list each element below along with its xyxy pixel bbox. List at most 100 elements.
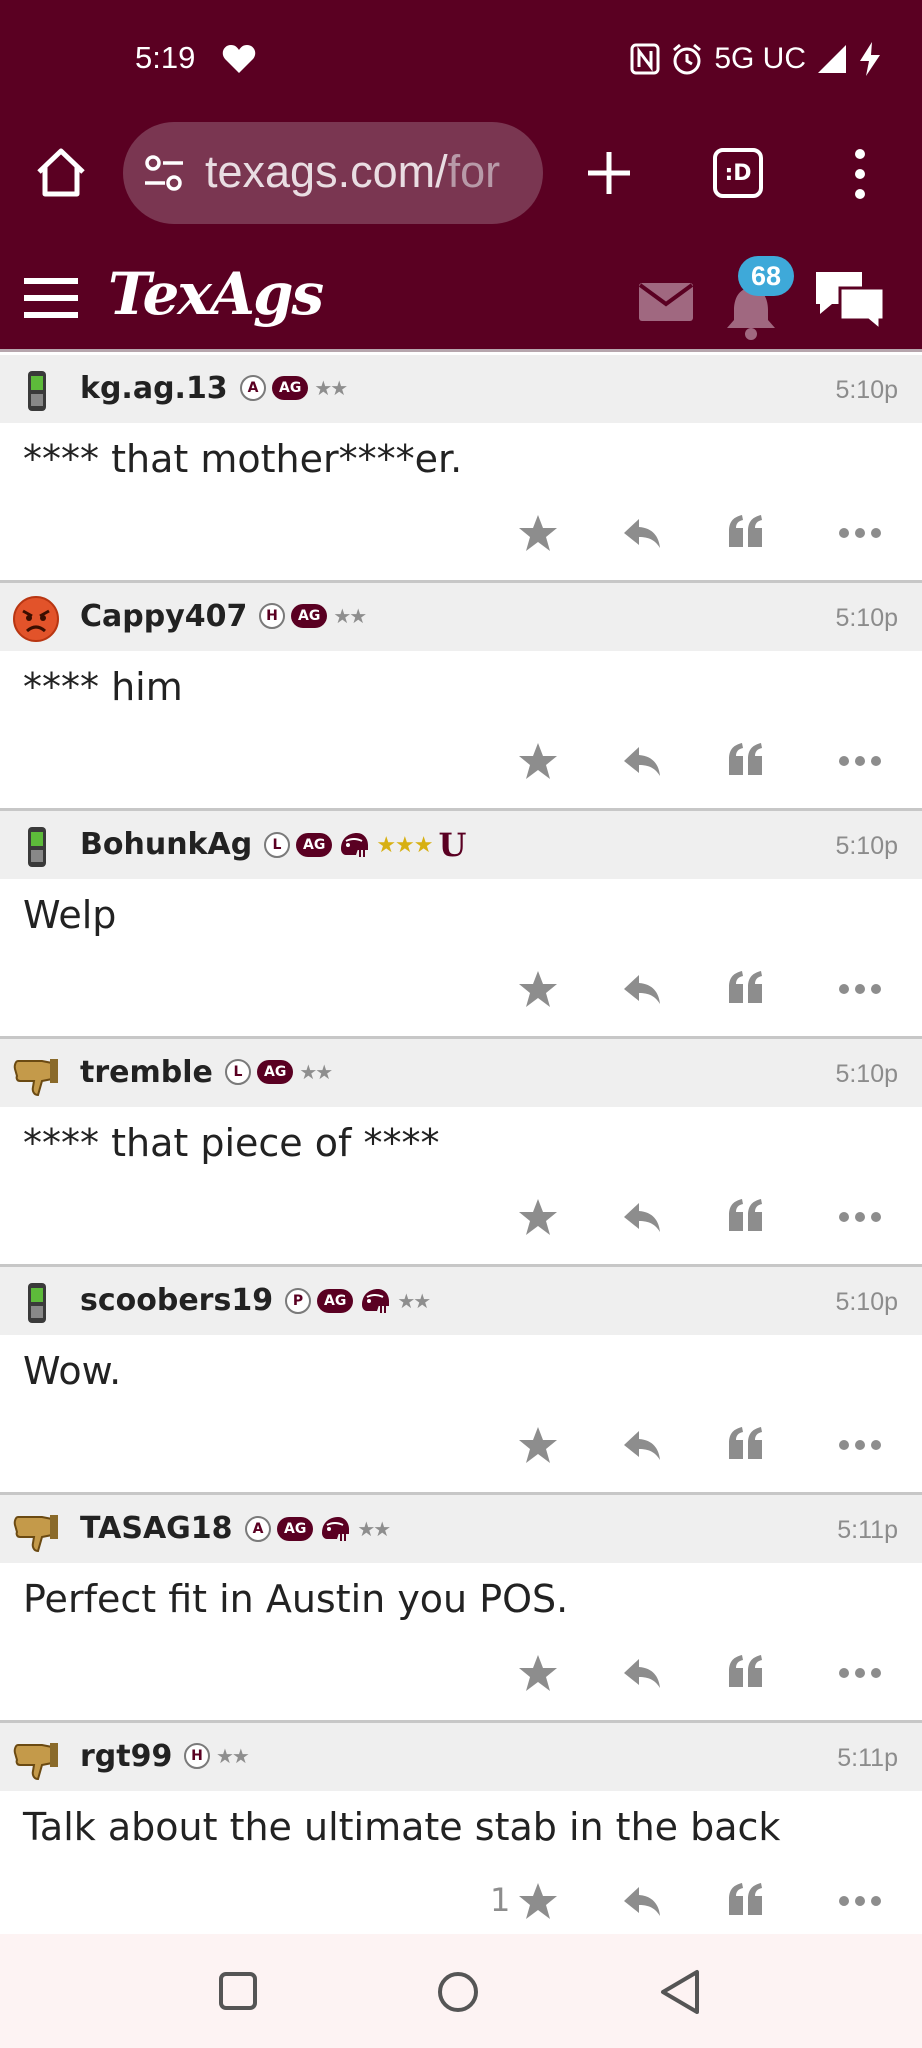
mail-icon[interactable]: [638, 282, 694, 322]
more-menu-icon[interactable]: [848, 146, 872, 202]
post-body: **** him: [23, 665, 183, 709]
post: scoobers19 P AG ★★ 5:10p Wow.: [0, 1267, 922, 1495]
reply-icon[interactable]: [612, 1871, 672, 1931]
ag-badge: AG: [317, 1289, 354, 1313]
home-icon[interactable]: [34, 146, 88, 200]
star-rating: ★★: [333, 604, 367, 628]
new-tab-icon[interactable]: [584, 148, 634, 198]
star-rating: ★★: [397, 1289, 431, 1313]
star-icon[interactable]: [508, 503, 568, 563]
star-rating: ★★★: [376, 832, 433, 858]
thumbs-down-avatar-icon[interactable]: [12, 1507, 60, 1555]
star-icon[interactable]: [508, 1415, 568, 1475]
status-time: 5:19: [135, 40, 196, 75]
post-time: 5:10p: [835, 1060, 898, 1088]
back-icon[interactable]: [657, 1968, 701, 2016]
address-bar[interactable]: texags.com/for: [123, 122, 543, 224]
username[interactable]: rgt99: [80, 1739, 172, 1774]
post-header: TASAG18 A AG ★★ 5:11p: [0, 1495, 922, 1563]
star-rating: ★★: [314, 376, 348, 400]
more-icon[interactable]: [826, 1871, 886, 1931]
quote-icon[interactable]: [716, 731, 776, 791]
quote-icon[interactable]: [716, 959, 776, 1019]
post: TASAG18 A AG ★★ 5:11p Perfect fit in Austi…: [0, 1495, 922, 1723]
username[interactable]: BohunkAg: [80, 827, 252, 862]
tab-switcher-button[interactable]: :D: [713, 148, 763, 198]
more-icon[interactable]: [826, 1643, 886, 1703]
post: kg.ag.13 A AG ★★ 5:10p **** that mother***…: [0, 355, 922, 583]
post-header: scoobers19 P AG ★★ 5:10p: [0, 1267, 922, 1335]
star-icon[interactable]: [508, 1187, 568, 1247]
status-bar: 5:19 5G UC: [0, 0, 922, 118]
rank-badge: A: [245, 1516, 271, 1542]
quote-icon[interactable]: [716, 1415, 776, 1475]
u-badge: U: [438, 826, 467, 864]
post-header: kg.ag.13 A AG ★★ 5:10p: [0, 355, 922, 423]
username[interactable]: Cappy407: [80, 599, 247, 634]
phone-avatar-icon[interactable]: [12, 367, 60, 415]
star-icon[interactable]: [508, 959, 568, 1019]
quote-icon[interactable]: [716, 1871, 776, 1931]
hamburger-menu-icon[interactable]: [22, 276, 80, 320]
reply-icon[interactable]: [612, 1415, 672, 1475]
star-icon[interactable]: [508, 1871, 568, 1931]
chat-icon[interactable]: [812, 268, 888, 334]
reply-icon[interactable]: [612, 1187, 672, 1247]
post-body: Wow.: [23, 1349, 122, 1393]
post: Cappy407 H AG ★★ 5:10p **** him: [0, 583, 922, 811]
reply-icon[interactable]: [612, 1643, 672, 1703]
quote-icon[interactable]: [716, 1187, 776, 1247]
reply-icon[interactable]: [612, 959, 672, 1019]
post-header: rgt99 H ★★ 5:11p: [0, 1723, 922, 1791]
more-icon[interactable]: [826, 731, 886, 791]
quote-icon[interactable]: [716, 1643, 776, 1703]
post-actions: 1: [0, 1871, 922, 1931]
helmet-icon: [322, 1517, 350, 1541]
site-logo[interactable]: TexAgs: [108, 260, 324, 328]
star-rating: ★★: [216, 1744, 250, 1768]
post-actions: [0, 731, 922, 791]
charging-icon: [860, 42, 880, 76]
reply-icon[interactable]: [612, 731, 672, 791]
post-time: 5:10p: [835, 832, 898, 860]
post-time: 5:11p: [837, 1744, 898, 1772]
post: tremble L AG ★★ 5:10p **** that piece of *…: [0, 1039, 922, 1267]
post-actions: [0, 1643, 922, 1703]
username[interactable]: TASAG18: [80, 1511, 233, 1546]
ag-badge: AG: [257, 1060, 294, 1084]
thumbs-down-avatar-icon[interactable]: [12, 1735, 60, 1783]
phone-avatar-icon[interactable]: [12, 1279, 60, 1327]
user-badges: L AG ★★★ U: [264, 826, 467, 864]
post-header: tremble L AG ★★ 5:10p: [0, 1039, 922, 1107]
rank-badge: P: [285, 1288, 311, 1314]
username[interactable]: scoobers19: [80, 1283, 273, 1318]
username[interactable]: kg.ag.13: [80, 371, 228, 406]
star-icon[interactable]: [508, 731, 568, 791]
star-rating: ★★: [357, 1517, 391, 1541]
network-label: 5G UC: [714, 42, 806, 75]
ag-badge: AG: [277, 1517, 314, 1541]
home-nav-icon[interactable]: [436, 1970, 480, 2014]
more-icon[interactable]: [826, 1415, 886, 1475]
rank-badge: H: [184, 1743, 210, 1769]
rank-badge: L: [264, 832, 290, 858]
site-settings-icon[interactable]: [143, 154, 185, 192]
notification-badge[interactable]: 68: [738, 256, 794, 296]
post-header: BohunkAg L AG ★★★ U 5:10p: [0, 811, 922, 879]
username[interactable]: tremble: [80, 1055, 213, 1090]
more-icon[interactable]: [826, 503, 886, 563]
more-icon[interactable]: [826, 959, 886, 1019]
recents-icon[interactable]: [218, 1971, 258, 2011]
url-text: texags.com/for: [205, 146, 500, 198]
phone-avatar-icon[interactable]: [12, 823, 60, 871]
post-time: 5:10p: [835, 604, 898, 632]
thumbs-down-avatar-icon[interactable]: [12, 1051, 60, 1099]
rank-badge: H: [259, 603, 285, 629]
reply-icon[interactable]: [612, 503, 672, 563]
more-icon[interactable]: [826, 1187, 886, 1247]
quote-icon[interactable]: [716, 503, 776, 563]
status-icons: 5G UC: [630, 38, 882, 80]
post-body: Perfect fit in Austin you POS.: [23, 1577, 569, 1621]
star-icon[interactable]: [508, 1643, 568, 1703]
angry-face-avatar-icon[interactable]: [12, 595, 60, 643]
